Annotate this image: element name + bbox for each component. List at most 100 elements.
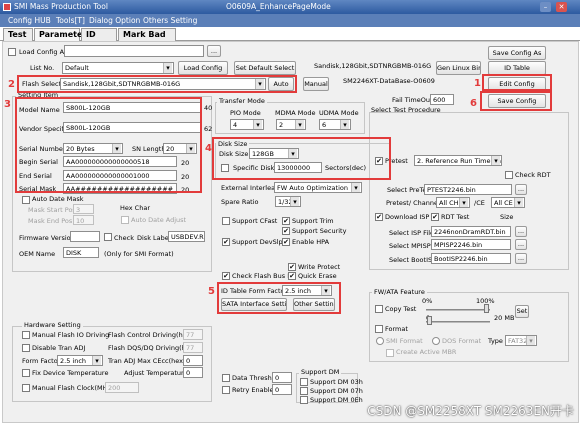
check-flash-bus-bit-checkbox[interactable]: ✔	[222, 272, 230, 280]
menu-item-tools[interactable]: Tools[T]	[56, 14, 85, 27]
tab-test[interactable]: Test	[3, 28, 33, 41]
id-table-button[interactable]: ID Table	[488, 61, 546, 75]
copy-percent-slider[interactable]	[426, 309, 490, 311]
disable-tran-adj-checkbox[interactable]	[22, 344, 30, 352]
select-pretest-browse-button[interactable]: ...	[515, 184, 527, 195]
retry-enable-label: Retry Enable	[232, 386, 274, 394]
channel-select[interactable]: All CH	[436, 197, 470, 208]
dos-format-label: DOS Format	[442, 337, 482, 345]
save-config-as-button[interactable]: Save Config As	[488, 46, 546, 60]
support-dm-07h-checkbox[interactable]	[300, 387, 308, 395]
tab-parameter[interactable]: Parameter	[34, 28, 86, 41]
tab-id-table[interactable]: ID Table	[81, 28, 117, 51]
quick-erase-checkbox[interactable]: ✔	[288, 272, 296, 280]
select-pretest-input[interactable]: PTEST2246.bin	[424, 184, 512, 195]
mask-start-pos-input[interactable]: 3	[73, 204, 94, 214]
mdma-mode-select[interactable]: 2	[276, 119, 306, 130]
form-factor-label: Form Factor	[22, 357, 61, 365]
load-config-as-checkbox[interactable]	[8, 48, 16, 56]
menu-item-dialog-option[interactable]: Dialog Option	[89, 14, 140, 27]
ce-select[interactable]: All CE	[491, 197, 525, 208]
check-rdt-checkbox[interactable]	[505, 171, 513, 179]
copy-test-checkbox[interactable]	[375, 305, 383, 313]
select-mpisp-browse-button[interactable]: ...	[515, 239, 527, 250]
minimize-icon[interactable]: –	[540, 2, 551, 12]
copy-set-button[interactable]: Set	[515, 305, 529, 318]
enable-hpa-label: Enable HPA	[292, 238, 330, 246]
smi-format-radio[interactable]	[376, 337, 384, 345]
app-icon	[3, 3, 11, 11]
select-bootisp-label: Select BootISP	[389, 256, 437, 264]
auto-date-mask-checkbox[interactable]	[22, 196, 30, 204]
support-dm-0eh-checkbox[interactable]	[300, 396, 308, 404]
load-config-button[interactable]: Load Config	[178, 61, 228, 75]
support-dm-03h-checkbox[interactable]	[300, 378, 308, 386]
mdma-mode-label: MDMA Mode	[275, 109, 316, 117]
retry-enable-input[interactable]: 0	[272, 384, 292, 395]
menu-item-others-setting[interactable]: Others Setting	[143, 14, 197, 27]
write-protect-checkbox[interactable]: ✔	[288, 263, 296, 271]
oem-name-input[interactable]: DISK	[63, 247, 99, 258]
pretest-select[interactable]: 2. Reference Run Time Bad	[414, 155, 502, 166]
highlight-setting-item	[15, 97, 202, 193]
flash-clock-input[interactable]: 200	[105, 382, 139, 393]
load-config-as-browse-button[interactable]: ...	[207, 45, 221, 57]
spare-ratio-select[interactable]: 1/32	[275, 196, 301, 207]
select-mpisp-label: Select MPISP	[389, 242, 431, 250]
select-isp-file-input[interactable]: 2246nonDramRDT.bin	[431, 226, 511, 237]
gen-linux-bin-button[interactable]: Gen Linux Bin	[436, 61, 481, 75]
close-icon[interactable]: ✕	[556, 2, 567, 12]
enable-hpa-checkbox[interactable]: ✔	[282, 238, 290, 246]
fail-timeout-input[interactable]: 600	[430, 94, 454, 105]
copy-size-slider[interactable]	[426, 321, 490, 323]
tran-adj-max-input[interactable]: 0	[183, 355, 203, 366]
menu-item-config-hub[interactable]: Config HUB	[8, 14, 51, 27]
adjust-temperature-input[interactable]: 0	[183, 367, 203, 378]
form-factor-select[interactable]: 2.5 inch	[57, 355, 103, 366]
select-bootisp-input[interactable]: BootISP2246.bin	[431, 253, 511, 264]
flash-control-driving-input[interactable]: 77	[183, 329, 203, 340]
menu-bar: Config HUB Tools[T] Dialog Option Others…	[0, 14, 580, 27]
set-default-select-button[interactable]: Set Default Select	[234, 61, 296, 75]
title-bar: SMI Mass Production Tool O0609A_EnhanceP…	[0, 0, 580, 14]
support-cfast-checkbox[interactable]	[222, 217, 230, 225]
flash-dqs-driving-input[interactable]: 77	[183, 342, 203, 353]
select-isp-file-browse-button[interactable]: ...	[515, 226, 527, 237]
rdt-test-checkbox[interactable]: ✔	[431, 213, 439, 221]
list-no-select[interactable]: Default	[62, 62, 174, 74]
retry-enable-checkbox[interactable]	[222, 386, 230, 394]
create-active-mbr-checkbox[interactable]	[386, 349, 394, 357]
check-firmware-checkbox[interactable]	[104, 233, 112, 241]
copy-size-thumb[interactable]	[427, 316, 432, 325]
auto-date-mask-label: Auto Date Mask	[32, 195, 84, 203]
flash-info-text: Sandisk,128Gbit,SDTNRGBMB-016G	[314, 62, 432, 70]
select-mpisp-input[interactable]: MPISP2246.bin	[431, 239, 511, 250]
download-isp-checkbox[interactable]: ✔	[375, 213, 383, 221]
firmware-version-input[interactable]	[70, 231, 100, 242]
support-trim-label: Support Trim	[292, 217, 334, 225]
mask-end-pos-input[interactable]: 10	[73, 215, 94, 225]
load-config-as-label: Load Config As	[19, 48, 68, 56]
format-type-select[interactable]: FAT32	[505, 335, 537, 346]
disk-label-input[interactable]: USBDEV.RU	[168, 231, 205, 242]
support-security-checkbox[interactable]: ✔	[282, 227, 290, 235]
pio-mode-select[interactable]: 4	[230, 119, 264, 130]
select-bootisp-browse-button[interactable]: ...	[515, 253, 527, 264]
auto-date-adjust-checkbox[interactable]	[121, 216, 129, 224]
format-checkbox[interactable]	[375, 325, 383, 333]
highlight-disk-size	[212, 137, 391, 180]
load-config-as-path[interactable]	[64, 45, 204, 57]
data-threshold-input[interactable]: 0	[272, 372, 292, 383]
tab-mark-bad-info[interactable]: Mark Bad Info	[118, 28, 176, 51]
fix-device-temperature-checkbox[interactable]	[22, 369, 30, 377]
manual-button[interactable]: Manual	[303, 77, 329, 91]
support-trim-checkbox[interactable]: ✔	[282, 217, 290, 225]
support-devslp-checkbox[interactable]: ✔	[222, 238, 230, 246]
udma-mode-select[interactable]: 6	[319, 119, 351, 130]
external-interleave-select[interactable]: FW Auto Optimization	[274, 182, 362, 193]
manual-flash-io-driving-checkbox[interactable]	[22, 331, 30, 339]
dos-format-radio[interactable]	[432, 337, 440, 345]
manual-flash-clock-checkbox[interactable]	[22, 384, 30, 392]
copy-percent-thumb[interactable]	[484, 304, 489, 313]
data-threshold-checkbox[interactable]	[222, 374, 230, 382]
